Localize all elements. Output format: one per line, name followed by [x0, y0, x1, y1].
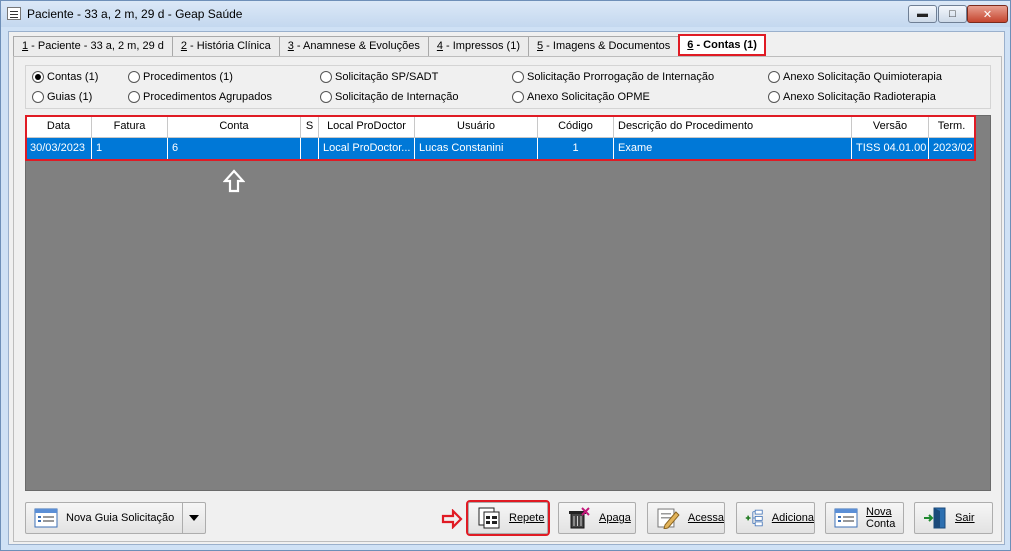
window-title: Paciente - 33 a, 2 m, 29 d - Geap Saúde	[27, 7, 243, 21]
minimize-button[interactable]: ▬	[908, 5, 937, 23]
adiciona-button[interactable]: Adiciona	[736, 502, 815, 534]
column-header-versao[interactable]: Versão	[852, 116, 929, 138]
app-icon[interactable]	[7, 7, 21, 20]
tab-strip: 1 - Paciente - 33 a, 2 m, 29 d 2 - Histó…	[13, 34, 766, 56]
cell-versao: TISS 04.01.00	[852, 138, 929, 159]
filter-group: Contas (1) Guias (1) Procedimentos (1) P…	[25, 65, 991, 109]
radio-dot	[768, 91, 780, 103]
contas-panel: Contas (1) Guias (1) Procedimentos (1) P…	[13, 56, 1002, 542]
acessa-label: Acessa	[687, 512, 724, 524]
sair-label: Sair	[955, 512, 975, 524]
title-bar[interactable]: Paciente - 33 a, 2 m, 29 d - Geap Saúde …	[1, 1, 1010, 27]
tab-anamnese[interactable]: 3 - Anamnese & Evoluções	[278, 36, 429, 56]
grid-header: Data Fatura Conta S Local ProDoctor Usuá…	[26, 116, 975, 138]
column-header-descricao[interactable]: Descrição do Procedimento	[614, 116, 852, 138]
tab-historia-clinica[interactable]: 2 - História Clínica	[171, 36, 280, 56]
radio-procedimentos[interactable]: Procedimentos (1)	[128, 71, 233, 83]
close-button[interactable]: ✕	[967, 5, 1008, 23]
sair-button[interactable]: Sair	[914, 502, 993, 534]
radio-dot	[128, 91, 140, 103]
radio-solicitacao-sp-sadt[interactable]: Solicitação SP/SADT	[320, 71, 438, 83]
right-arrow-icon	[441, 509, 463, 529]
acessa-button[interactable]: Acessa	[647, 502, 725, 534]
cell-codigo: 1	[538, 138, 614, 159]
column-header-local[interactable]: Local ProDoctor	[319, 116, 415, 138]
trash-icon	[569, 507, 590, 529]
client-area: 1 - Paciente - 33 a, 2 m, 29 d 2 - Histó…	[8, 31, 1005, 545]
column-header-fatura[interactable]: Fatura	[92, 116, 168, 138]
nova-guia-label: Nova Guia Solicitação	[66, 512, 175, 524]
repete-button[interactable]: Repete	[466, 500, 550, 536]
table-row[interactable]: 30/03/2023 1 6 Local ProDoctor... Lucas …	[26, 138, 975, 159]
cell-s	[301, 138, 319, 159]
repete-label: Repete	[509, 512, 545, 524]
nova-conta-button[interactable]: Nova Conta	[825, 502, 904, 534]
radio-dot	[320, 71, 332, 83]
radio-dot	[320, 91, 332, 103]
radio-solicitacao-prorrogacao[interactable]: Solicitação Prorrogação de Internação	[512, 71, 714, 83]
cell-data: 30/03/2023	[26, 138, 92, 159]
dropdown-arrow-icon[interactable]	[182, 503, 205, 533]
cell-descricao: Exame	[614, 138, 852, 159]
column-header-data[interactable]: Data	[26, 116, 92, 138]
repeat-document-icon	[478, 507, 500, 529]
cell-fatura: 1	[92, 138, 168, 159]
exit-door-icon	[924, 507, 946, 529]
tab-paciente[interactable]: 1 - Paciente - 33 a, 2 m, 29 d	[13, 36, 173, 56]
apaga-button[interactable]: Apaga	[558, 502, 636, 534]
up-arrow-icon	[223, 169, 245, 193]
column-header-codigo[interactable]: Código	[538, 116, 614, 138]
column-header-usuario[interactable]: Usuário	[415, 116, 538, 138]
radio-solicitacao-internacao[interactable]: Solicitação de Internação	[320, 91, 459, 103]
column-header-conta[interactable]: Conta	[168, 116, 301, 138]
radio-dot	[128, 71, 140, 83]
radio-dot	[512, 71, 524, 83]
cell-usuario: Lucas Constanini	[415, 138, 538, 159]
radio-anexo-opme[interactable]: Anexo Solicitação OPME	[512, 91, 650, 103]
column-header-term[interactable]: Term.	[929, 116, 975, 138]
add-tree-icon	[745, 509, 763, 527]
contas-grid[interactable]: Data Fatura Conta S Local ProDoctor Usuá…	[25, 115, 991, 491]
maximize-button[interactable]: □	[938, 5, 967, 23]
radio-anexo-quimioterapia[interactable]: Anexo Solicitação Quimioterapia	[768, 71, 942, 83]
radio-dot-selected	[32, 71, 44, 83]
apaga-label: Apaga	[599, 512, 631, 524]
radio-dot	[512, 91, 524, 103]
radio-anexo-radioterapia[interactable]: Anexo Solicitação Radioterapia	[768, 91, 936, 103]
new-form-icon	[834, 508, 858, 528]
radio-procedimentos-agrupados[interactable]: Procedimentos Agrupados	[128, 91, 272, 103]
tab-contas[interactable]: 6 - Contas (1)	[678, 34, 766, 56]
radio-dot	[768, 71, 780, 83]
radio-contas[interactable]: Contas (1)	[32, 71, 98, 83]
adiciona-label: Adiciona	[771, 512, 814, 524]
radio-guias[interactable]: Guias (1)	[32, 91, 92, 103]
nova-conta-label: Nova Conta	[866, 506, 896, 530]
cell-term: 2023/02	[929, 138, 975, 159]
tab-imagens-documentos[interactable]: 5 - Imagens & Documentos	[527, 36, 680, 56]
nova-guia-solicitacao-button[interactable]: Nova Guia Solicitação	[25, 502, 206, 534]
edit-document-icon	[657, 508, 680, 529]
application-window: Paciente - 33 a, 2 m, 29 d - Geap Saúde …	[0, 0, 1011, 551]
radio-dot	[32, 91, 44, 103]
column-header-s[interactable]: S	[301, 116, 319, 138]
form-icon	[34, 508, 58, 528]
cell-conta: 6	[168, 138, 301, 159]
tab-impressos[interactable]: 4 - Impressos (1)	[427, 36, 529, 56]
cell-local: Local ProDoctor...	[319, 138, 415, 159]
